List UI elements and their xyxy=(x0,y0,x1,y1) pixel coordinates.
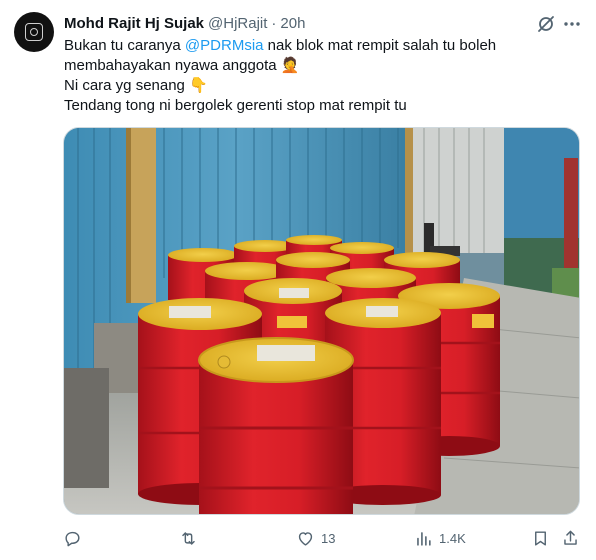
retweet-icon xyxy=(182,531,195,545)
avatar-logo xyxy=(25,23,43,41)
photo-barrels xyxy=(64,128,579,514)
like-button[interactable]: 13 xyxy=(296,527,335,549)
action-bar: 13 1.4K xyxy=(63,527,585,549)
reply-icon xyxy=(65,531,80,546)
tweet-text-segment: nak blok mat rempit salah tu boleh xyxy=(263,37,497,54)
display-name[interactable]: Mohd Rajit Hj Sujak xyxy=(64,15,204,32)
tweet-text: Bukan tu caranya @PDRMsia nak blok mat r… xyxy=(64,36,564,116)
tweet-text-segment: Bukan tu caranya xyxy=(64,37,185,54)
avatar[interactable] xyxy=(14,12,54,52)
timestamp[interactable]: 20h xyxy=(280,15,305,32)
tweet-line-4: Tendang tong ni bergolek gerenti stop ma… xyxy=(64,97,407,114)
share-icon xyxy=(564,530,577,545)
views-count: 1.4K xyxy=(439,530,466,546)
mention-link[interactable]: @PDRMsia xyxy=(185,37,264,54)
more-options-icon[interactable] xyxy=(562,14,582,34)
tweet-photo[interactable] xyxy=(63,127,580,515)
tweet-card[interactable]: Mohd Rajit Hj Sujak @HjRajit · 20h Bukan… xyxy=(0,0,596,560)
bookmark-button[interactable] xyxy=(531,527,550,549)
user-handle[interactable]: @HjRajit xyxy=(208,15,267,32)
views-chart-icon xyxy=(417,531,431,546)
reply-button[interactable] xyxy=(63,527,88,549)
retweet-button[interactable] xyxy=(179,527,204,549)
separator-dot: · xyxy=(271,14,277,32)
share-button[interactable] xyxy=(561,527,580,549)
tweet-line-3: Ni cara yg senang 👇 xyxy=(64,77,208,94)
barrel-front-center xyxy=(198,337,354,514)
heart-icon xyxy=(298,531,313,546)
tweet-header: Mohd Rajit Hj Sujak @HjRajit · 20h xyxy=(64,13,305,33)
grok-icon[interactable] xyxy=(536,14,556,34)
tweet-line-2: membahayakan nyawa anggota 🤦 xyxy=(64,57,300,74)
like-count: 13 xyxy=(321,530,336,546)
tweet-line-1: Bukan tu caranya @PDRMsia nak blok mat r… xyxy=(64,36,564,56)
views-button[interactable]: 1.4K xyxy=(414,527,466,549)
bookmark-icon xyxy=(535,530,546,546)
